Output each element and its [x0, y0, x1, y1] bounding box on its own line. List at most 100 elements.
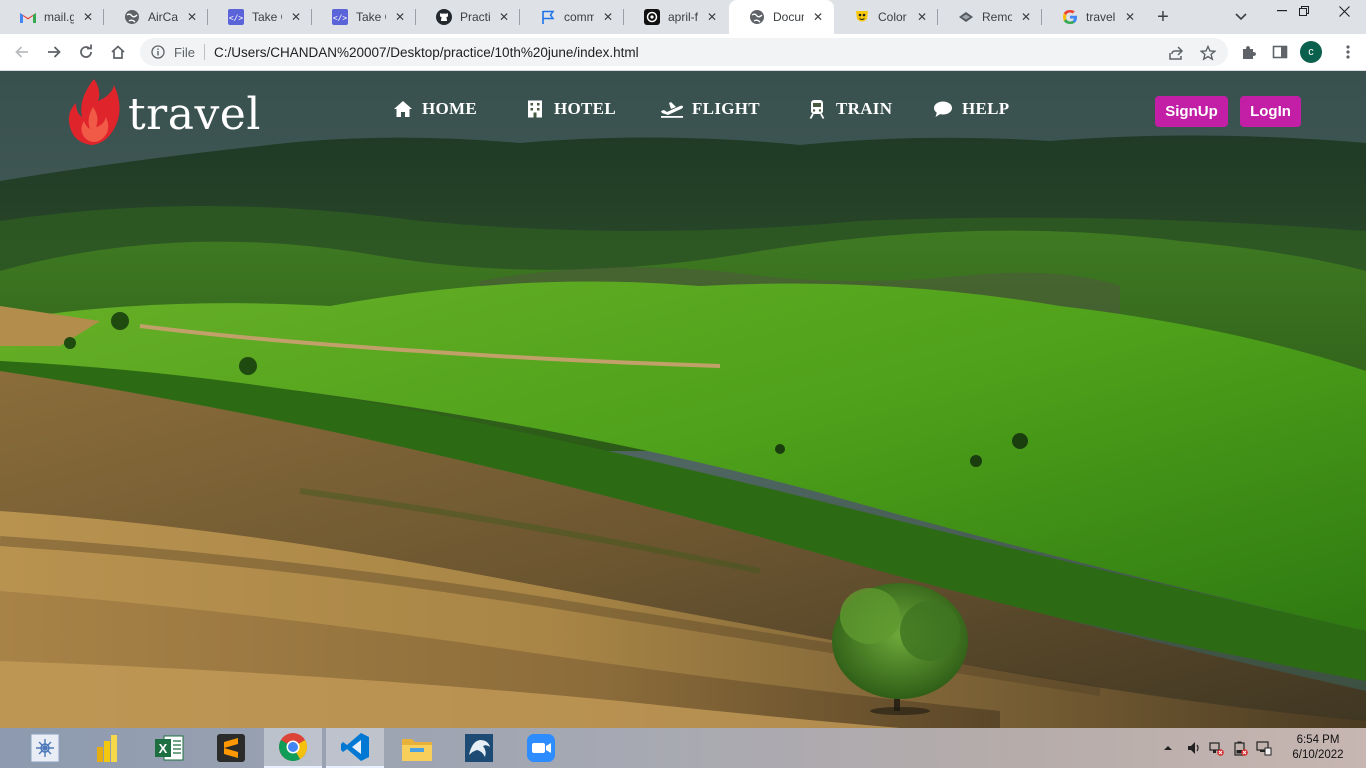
close-icon[interactable]: ✕ [496, 9, 512, 25]
windows-taskbar: X 6:54 PM 6/10/2022 [0, 728, 1366, 768]
tab-aircam[interactable]: AirCam ✕ [104, 0, 208, 34]
url-text[interactable]: C:/Users/CHANDAN%20007/Desktop/practice/… [214, 45, 639, 60]
hero-landscape-image [0, 71, 1366, 728]
close-icon[interactable]: ✕ [392, 9, 408, 25]
vscode-icon[interactable] [326, 728, 384, 768]
openai-icon [644, 9, 660, 25]
tab-color-picker[interactable]: Color P ✕ [834, 0, 938, 34]
tab-label: april-fu [668, 10, 698, 24]
close-icon[interactable]: ✕ [184, 9, 200, 25]
gmail-icon [20, 9, 36, 25]
volume-icon[interactable] [1186, 740, 1202, 756]
nav-label: FLIGHT [692, 99, 760, 118]
tab-label: Remov [982, 10, 1012, 24]
nav-label: HOTEL [554, 99, 616, 118]
signup-button[interactable]: SignUp [1155, 96, 1228, 127]
clock-time: 6:54 PM [1296, 734, 1340, 746]
nav-label: TRAIN [836, 99, 893, 118]
forward-arrow-icon[interactable] [42, 40, 66, 64]
close-icon[interactable]: ✕ [1122, 9, 1138, 25]
code-icon: </> [228, 9, 244, 25]
tab-take-ch-2[interactable]: </> Take Ch ✕ [312, 0, 416, 34]
new-tab-button[interactable]: + [1150, 5, 1176, 29]
login-button[interactable]: LogIn [1240, 96, 1301, 127]
tab-comments[interactable]: comme ✕ [520, 0, 624, 34]
share-icon[interactable] [1167, 44, 1185, 62]
close-icon[interactable]: ✕ [914, 9, 930, 25]
file-explorer-icon[interactable] [388, 728, 446, 768]
colorpicker-icon [854, 9, 870, 25]
tab-label: Docum [773, 10, 804, 24]
svg-text:</>: </> [333, 14, 348, 23]
snipping-tool-icon[interactable] [16, 728, 74, 768]
nav-flight[interactable]: FLIGHT [660, 99, 760, 119]
page-viewport: travel HOME HOTEL FLIGHT TRAIN HELP Sign… [0, 71, 1366, 728]
bookmark-star-icon[interactable] [1199, 44, 1217, 62]
extensions-puzzle-icon[interactable] [1238, 42, 1258, 62]
nav-hotel[interactable]: HOTEL [524, 99, 616, 119]
logo-text: travel [128, 89, 261, 140]
nav-home[interactable]: HOME [392, 99, 477, 119]
browser-tab-strip: mail.gc ✕ AirCam ✕ </> Take Ch ✕ </> Tak… [0, 0, 1366, 34]
sublime-text-icon[interactable] [202, 728, 260, 768]
flag-icon [540, 9, 556, 25]
network-disconnected-icon[interactable] [1208, 740, 1224, 756]
remove-bg-icon [958, 9, 974, 25]
tab-april-fu[interactable]: april-fu ✕ [624, 0, 728, 34]
scheme-label: File [174, 44, 195, 60]
hotel-icon [524, 99, 546, 119]
plane-icon [660, 99, 684, 119]
profile-avatar[interactable]: c [1300, 41, 1322, 63]
site-logo[interactable]: travel [68, 77, 261, 152]
notification-monitor-icon[interactable] [1256, 740, 1272, 756]
chrome-icon[interactable] [264, 728, 322, 768]
tab-label: Color P [878, 10, 908, 24]
close-icon[interactable]: ✕ [600, 9, 616, 25]
battery-icon[interactable] [1232, 740, 1248, 756]
tab-label: travelin [1086, 10, 1116, 24]
info-icon[interactable] [150, 44, 166, 60]
close-window-button[interactable] [1322, 0, 1366, 22]
browser-toolbar: File C:/Users/CHANDAN%20007/Desktop/prac… [0, 34, 1366, 71]
home-button-icon[interactable] [106, 40, 130, 64]
more-menu-icon[interactable] [1340, 42, 1356, 62]
zoom-icon[interactable] [512, 728, 570, 768]
nav-help[interactable]: HELP [932, 99, 1010, 119]
nav-label: HOME [422, 99, 478, 118]
home-icon [392, 99, 414, 119]
tab-traveling-search[interactable]: travelin ✕ [1042, 0, 1146, 34]
close-icon[interactable]: ✕ [810, 9, 826, 25]
address-bar[interactable]: File C:/Users/CHANDAN%20007/Desktop/prac… [140, 38, 1228, 66]
tab-label: mail.gc [44, 10, 74, 24]
side-panel-icon[interactable] [1270, 42, 1290, 62]
tab-practice[interactable]: Practice ✕ [416, 0, 520, 34]
tab-document-active[interactable]: Docum ✕ [729, 0, 834, 34]
tab-take-ch-1[interactable]: </> Take Ch ✕ [208, 0, 312, 34]
close-icon[interactable]: ✕ [288, 9, 304, 25]
globe-icon [124, 9, 140, 25]
close-icon[interactable]: ✕ [704, 9, 720, 25]
tab-remove-bg[interactable]: Remov ✕ [938, 0, 1042, 34]
tab-label: AirCam [148, 10, 178, 24]
mysql-workbench-icon[interactable] [450, 728, 508, 768]
globe-icon [749, 9, 765, 25]
tab-label: Take Ch [252, 10, 282, 24]
system-clock[interactable]: 6:54 PM 6/10/2022 [1282, 733, 1354, 763]
back-arrow-icon[interactable] [10, 40, 34, 64]
tab-label: Practice [460, 10, 490, 24]
site-header: travel HOME HOTEL FLIGHT TRAIN HELP Sign… [0, 71, 1366, 151]
github-icon [436, 9, 452, 25]
nav-train[interactable]: TRAIN [806, 99, 892, 119]
show-hidden-icons-chevron-icon[interactable] [1160, 740, 1176, 756]
close-icon[interactable]: ✕ [80, 9, 96, 25]
close-icon[interactable]: ✕ [1018, 9, 1034, 25]
svg-text:</>: </> [229, 14, 244, 23]
power-bi-icon[interactable] [78, 728, 136, 768]
reload-icon[interactable] [74, 40, 98, 64]
nav-label: HELP [962, 99, 1010, 118]
restore-button[interactable] [1288, 0, 1320, 22]
tab-search-chevron-icon[interactable] [1230, 6, 1252, 28]
tab-gmail[interactable]: mail.gc ✕ [0, 0, 104, 34]
tab-label: comme [564, 10, 594, 24]
excel-icon[interactable]: X [140, 728, 198, 768]
